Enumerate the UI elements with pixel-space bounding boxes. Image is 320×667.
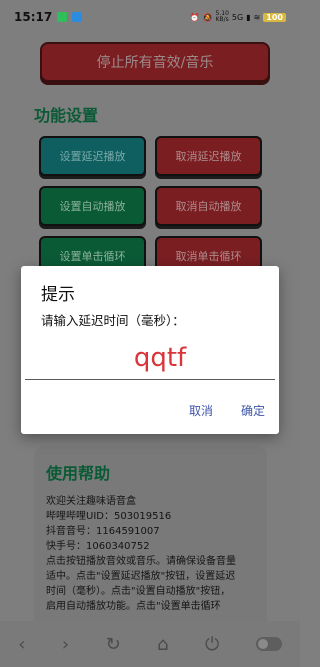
help-card: 使用帮助 欢迎关注趣味语音盒 哔哩哔哩UID：503019516 抖音音号：11… <box>34 446 267 636</box>
help-line: 欢迎关注趣味语音盒 <box>46 496 136 507</box>
prompt-dialog: 提示 请输入延迟时间（毫秒）： 取消 确定 <box>21 266 279 434</box>
notification-app-icon <box>72 12 83 22</box>
cancel-delay-button[interactable]: 取消延迟播放 <box>155 136 262 176</box>
alarm-icon: ⏰ <box>189 12 200 22</box>
home-icon[interactable]: ⌂ <box>157 634 168 655</box>
delay-time-input[interactable] <box>25 336 275 380</box>
status-time: 15:17 <box>14 10 53 24</box>
refresh-icon[interactable]: ↻ <box>106 634 121 655</box>
help-title: 使用帮助 <box>46 464 111 483</box>
confirm-button[interactable]: 确定 <box>241 402 265 419</box>
dialog-message: 请输入延迟时间（毫秒）： <box>41 313 185 328</box>
signal-icon: ▮ <box>246 12 251 22</box>
back-icon[interactable]: ‹ <box>18 634 25 655</box>
bottom-nav: ‹ › ↻ ⌂ ⏻ <box>0 621 300 667</box>
mute-icon: 🔕 <box>202 12 213 22</box>
notification-app-icon <box>57 12 68 22</box>
wifi-icon: ≋ <box>253 12 261 22</box>
power-icon[interactable]: ⏻ <box>205 634 219 655</box>
net-speed-unit: KB/s <box>215 16 229 23</box>
help-line: 适中。点击"设置延迟播放"按钮，设置延迟 <box>46 571 236 582</box>
screen: 15:17 ⏰ 🔕 5.10 KB/s 5G ▮ ≋ 100 停止所有音效/音乐… <box>0 0 300 667</box>
help-line: 启用自动播放功能。点击"设置单击循环 <box>46 601 221 612</box>
section-title: 功能设置 <box>34 106 99 125</box>
battery-icon: 100 <box>263 12 286 22</box>
stop-all-button[interactable]: 停止所有音效/音乐 <box>40 42 270 82</box>
help-line: 点击按钮播放音效或音乐。请确保设备音量 <box>46 556 236 567</box>
set-autoplay-button[interactable]: 设置自动播放 <box>39 186 146 226</box>
help-line: 时间（毫秒）。点击"设置自动播放"按钮， <box>46 586 231 597</box>
status-bar: 15:17 ⏰ 🔕 5.10 KB/s 5G ▮ ≋ 100 <box>0 0 300 34</box>
cancel-button[interactable]: 取消 <box>189 402 213 419</box>
net-speed: 5.10 KB/s <box>216 11 229 23</box>
help-line: 快手号：1060340752 <box>46 541 150 552</box>
help-line: 哔哩哔哩UID：503019516 <box>46 511 172 522</box>
set-delay-button[interactable]: 设置延迟播放 <box>39 136 146 176</box>
net-type: 5G <box>231 12 244 22</box>
toggle-switch[interactable] <box>255 637 282 651</box>
dialog-title: 提示 <box>41 285 75 305</box>
dialog-actions: 取消 确定 <box>189 402 265 419</box>
cancel-autoplay-button[interactable]: 取消自动播放 <box>155 186 262 226</box>
help-line: 抖音音号：1164591007 <box>46 526 160 537</box>
status-indicators: ⏰ 🔕 5.10 KB/s 5G ▮ ≋ 100 <box>190 11 286 23</box>
forward-icon[interactable]: › <box>62 634 69 655</box>
